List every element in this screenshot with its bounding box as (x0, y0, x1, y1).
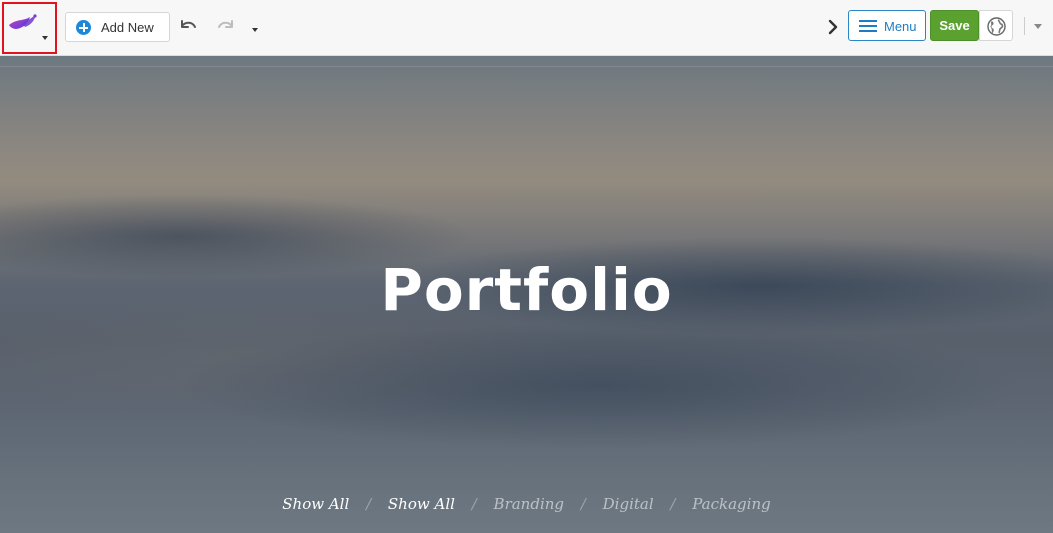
menu-label: Menu (884, 19, 917, 34)
add-new-button[interactable]: Add New (65, 12, 170, 42)
logo-bird-icon (9, 14, 37, 29)
chevron-down-icon (42, 36, 48, 40)
menu-button[interactable]: Menu (848, 10, 926, 41)
plus-circle-icon (76, 20, 91, 35)
undo-icon[interactable] (178, 18, 198, 32)
save-button[interactable]: Save (930, 10, 979, 41)
hero-guide-line (0, 66, 1053, 67)
portfolio-filter-bar: Show All / Show All / Branding / Digital… (0, 495, 1053, 513)
chevron-right-icon[interactable] (828, 19, 838, 35)
filter-show-all[interactable]: Show All (282, 495, 349, 513)
logo-menu-button[interactable] (2, 2, 57, 54)
more-options-dropdown-icon[interactable] (1034, 24, 1042, 29)
history-dropdown-icon[interactable] (252, 28, 258, 32)
redo-icon[interactable] (216, 18, 236, 32)
filter-packaging[interactable]: Packaging (692, 495, 770, 513)
toolbar-divider (1024, 17, 1025, 35)
filter-separator: / (366, 495, 372, 513)
globe-icon (987, 17, 1006, 36)
top-toolbar: Add New Menu Save (0, 0, 1053, 56)
filter-show-all-2[interactable]: Show All (388, 495, 455, 513)
filter-branding[interactable]: Branding (494, 495, 564, 513)
filter-separator: / (471, 495, 477, 513)
add-new-label: Add New (101, 20, 154, 35)
filter-separator: / (580, 495, 586, 513)
filter-digital[interactable]: Digital (603, 495, 654, 513)
portfolio-hero: Portfolio Show All / Show All / Branding… (0, 56, 1053, 533)
filter-separator: / (670, 495, 676, 513)
publish-globe-button[interactable] (979, 10, 1013, 41)
page-title: Portfolio (380, 256, 673, 324)
hamburger-icon (859, 20, 877, 32)
